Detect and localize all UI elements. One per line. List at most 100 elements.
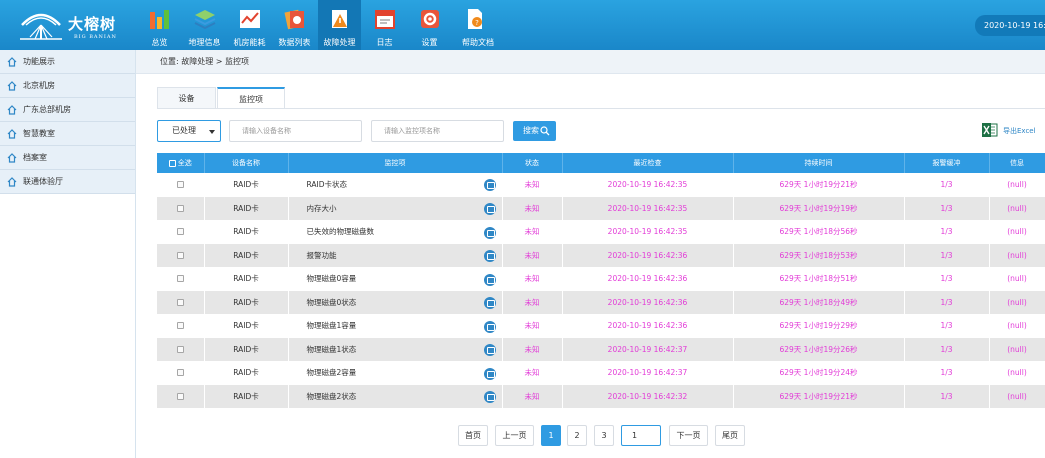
detail-chat-icon[interactable]	[483, 344, 496, 356]
detail-chat-icon[interactable]	[483, 367, 496, 380]
table-row[interactable]: RAID卡 物理磁盘0状态 未知 2020-10-19 16:42:36 629天 1小…	[157, 290, 1045, 315]
tab-monitor-item[interactable]: 监控项	[217, 87, 285, 109]
row-select-cell[interactable]	[157, 361, 205, 385]
nav-data-list[interactable]: 数据列表	[273, 0, 316, 50]
detail-chat-icon[interactable]	[483, 320, 496, 333]
table-row[interactable]: RAID卡 已失效的物理磁盘数 未知 2020-10-19 16:42:35 629天 …	[157, 220, 1045, 244]
logo: 大榕树 BIG BANIAN	[18, 7, 128, 45]
nav-settings[interactable]: 设置	[408, 0, 451, 50]
detail-chat-icon[interactable]	[483, 203, 496, 215]
monitor-item-name: 物理磁盘2状态	[306, 391, 357, 401]
row-checkbox[interactable]	[176, 298, 184, 306]
info-cell: (null)	[989, 361, 1045, 385]
nav-fault-handling[interactable]: 故障处理	[318, 0, 361, 50]
row-select-cell[interactable]	[157, 173, 205, 197]
last-check-cell: 2020-10-19 16:42:37	[562, 337, 734, 362]
table-row[interactable]: RAID卡 报警功能 未知 2020-10-19 16:42:36 629天 1小时18…	[157, 243, 1045, 268]
nav-energy[interactable]: 机房能耗	[228, 0, 271, 50]
table-row[interactable]: RAID卡 物理磁盘1容量 未知 2020-10-19 16:42:36 629天 1小…	[157, 314, 1045, 338]
sidebar-item-label: 联通体验厅	[23, 177, 63, 186]
detail-chat-icon[interactable]	[483, 226, 496, 239]
row-select-cell[interactable]	[157, 243, 205, 268]
row-select-cell[interactable]	[157, 314, 205, 338]
sidebar-item-unicom-hall[interactable]: 联通体验厅	[0, 170, 135, 194]
nav-help-docs[interactable]: ? 帮助文档	[453, 0, 503, 50]
row-select-cell[interactable]	[157, 267, 205, 291]
status-cell: 未知	[502, 267, 563, 291]
sidebar-item-guangdong-room[interactable]: 广东总部机房	[0, 98, 135, 122]
chevron-down-icon	[209, 130, 215, 134]
row-checkbox[interactable]	[176, 204, 184, 212]
sidebar-item-label: 广东总部机房	[23, 105, 71, 114]
page-jump-input[interactable]: 1	[621, 425, 661, 446]
duration-cell: 629天 1小时19分21秒	[733, 173, 905, 197]
nav-log[interactable]: 日志	[363, 0, 406, 50]
row-select-cell[interactable]	[157, 290, 205, 315]
detail-chat-icon[interactable]	[483, 297, 496, 309]
monitor-item-cell: 物理磁盘1容量	[288, 314, 503, 338]
prev-page-button[interactable]: 上一页	[495, 425, 534, 446]
help-document-icon: ?	[468, 9, 482, 29]
row-checkbox[interactable]	[176, 345, 184, 353]
page-button-3[interactable]: 3	[594, 425, 614, 446]
header-last-check: 最近检查	[562, 153, 734, 173]
status-cell: 未知	[502, 243, 563, 268]
row-select-cell[interactable]	[157, 220, 205, 244]
duration-cell: 629天 1小时19分24秒	[733, 361, 905, 385]
row-checkbox[interactable]	[176, 228, 184, 236]
select-all-header[interactable]: 全选	[157, 153, 205, 173]
last-page-button[interactable]: 尾页	[715, 425, 745, 446]
row-checkbox[interactable]	[176, 392, 184, 400]
page-button-2[interactable]: 2	[567, 425, 587, 446]
detail-chat-icon[interactable]	[483, 273, 496, 286]
home-icon	[7, 128, 17, 139]
last-check-cell: 2020-10-19 16:42:36	[562, 290, 734, 315]
row-checkbox[interactable]	[176, 181, 184, 188]
detail-chat-icon[interactable]	[483, 250, 496, 262]
select-all-checkbox[interactable]	[168, 159, 176, 167]
table-row[interactable]: RAID卡 内存大小 未知 2020-10-19 16:42:35 629天 1小时19…	[157, 196, 1045, 221]
sidebar-item-archive-room[interactable]: 档案室	[0, 146, 135, 170]
last-check-cell: 2020-10-19 16:42:37	[562, 361, 734, 385]
monitor-item-cell: 内存大小	[288, 196, 503, 221]
nav-geo-info[interactable]: 地理信息	[183, 0, 226, 50]
export-excel-button[interactable]: 导出Excel	[982, 122, 1045, 140]
table-row[interactable]: RAID卡 物理磁盘1状态 未知 2020-10-19 16:42:37 629天 1小…	[157, 337, 1045, 362]
status-select[interactable]: 已处理	[157, 120, 221, 142]
detail-chat-icon[interactable]	[483, 179, 496, 191]
table-row[interactable]: RAID卡 物理磁盘2容量 未知 2020-10-19 16:42:37 629天 1小…	[157, 361, 1045, 385]
detail-chat-icon[interactable]	[483, 391, 496, 403]
duration-cell: 629天 1小时19分19秒	[733, 196, 905, 221]
row-select-cell[interactable]	[157, 337, 205, 362]
search-icon	[540, 126, 550, 136]
overview-chart-icon	[150, 10, 169, 29]
device-name-input[interactable]: 请输入设备名称	[229, 120, 362, 142]
row-checkbox[interactable]	[176, 322, 184, 330]
row-select-cell[interactable]	[157, 196, 205, 221]
header-status: 状态	[502, 153, 563, 173]
table-row[interactable]: RAID卡 物理磁盘0容量 未知 2020-10-19 16:42:36 629天 1小…	[157, 267, 1045, 291]
table-row[interactable]: RAID卡 物理磁盘2状态 未知 2020-10-19 16:42:32 629天 1小…	[157, 384, 1045, 409]
search-button[interactable]: 搜索	[513, 121, 556, 141]
page-button-1[interactable]: 1	[541, 425, 561, 446]
monitor-item-name: 报警功能	[306, 250, 337, 260]
first-page-button[interactable]: 首页	[458, 425, 488, 446]
row-checkbox[interactable]	[176, 369, 184, 377]
alarm-buffer-cell: 1/3	[904, 314, 990, 338]
sidebar-item-beijing-room[interactable]: 北京机房	[0, 74, 135, 98]
current-datetime: 2020-10-19 16:42:39	[975, 15, 1045, 36]
device-name-cell: RAID卡	[204, 220, 289, 244]
table-row[interactable]: RAID卡 RAID卡状态 未知 2020-10-19 16:42:35 629天 1小…	[157, 173, 1045, 197]
status-cell: 未知	[502, 361, 563, 385]
monitor-item-cell: 物理磁盘0状态	[288, 290, 503, 315]
home-icon	[7, 104, 17, 115]
row-checkbox[interactable]	[176, 251, 184, 259]
sidebar-item-feature-showcase[interactable]: 功能展示	[0, 50, 135, 74]
tab-device[interactable]: 设备	[157, 87, 216, 109]
row-select-cell[interactable]	[157, 384, 205, 409]
sidebar-item-smart-classroom[interactable]: 智慧教室	[0, 122, 135, 146]
monitor-item-input[interactable]: 请输入监控项名称	[371, 120, 504, 142]
nav-overview[interactable]: 总览	[138, 0, 181, 50]
row-checkbox[interactable]	[176, 275, 184, 283]
next-page-button[interactable]: 下一页	[669, 425, 708, 446]
